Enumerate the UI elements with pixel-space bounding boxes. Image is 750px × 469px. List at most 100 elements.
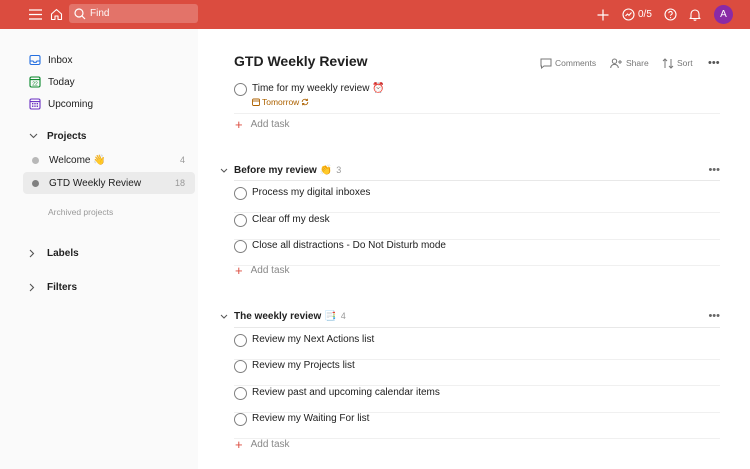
task-text: Process my digital inboxes — [252, 187, 371, 198]
section-divider — [234, 327, 720, 328]
task-checkbox[interactable] — [234, 334, 247, 347]
labels-label: Labels — [47, 247, 79, 259]
plus-icon: + — [235, 116, 243, 132]
more-options-icon[interactable]: ••• — [708, 164, 720, 176]
task-checkbox[interactable] — [234, 240, 247, 253]
calendar-grid-icon — [29, 98, 41, 110]
due-date-label: Tomorrow — [262, 97, 300, 107]
section-header: The weekly review 📑 4 ••• — [220, 309, 720, 323]
calendar-today-icon: 22 — [29, 76, 41, 88]
task-checkbox[interactable] — [234, 387, 247, 400]
filters-label: Filters — [47, 281, 78, 293]
sidebar-project-welcome[interactable]: Welcome 👋 4 — [23, 149, 195, 171]
projects-label: Projects — [47, 130, 87, 142]
task-text: Review my Waiting For list — [252, 413, 370, 424]
top-bar: Find 0/5 A — [0, 0, 750, 29]
sidebar-item-label: Upcoming — [48, 98, 94, 110]
section-count: 3 — [336, 165, 342, 175]
project-count: 4 — [179, 155, 185, 165]
add-task-button[interactable]: + Add task — [235, 438, 290, 451]
task-item[interactable]: Review past and upcoming calendar items — [234, 387, 720, 413]
task-item[interactable]: Process my digital inboxes — [234, 187, 720, 213]
plus-icon: + — [235, 262, 243, 278]
section-count: 4 — [340, 311, 346, 321]
sidebar-item-upcoming[interactable]: Upcoming — [29, 96, 93, 112]
search-input[interactable]: Find — [69, 4, 198, 23]
task-item[interactable]: Clear off my desk — [234, 214, 720, 240]
task-text: Close all distractions - Do Not Disturb … — [252, 240, 446, 251]
comment-icon — [540, 58, 552, 69]
task-text: Review my Next Actions list — [252, 334, 375, 345]
search-icon — [74, 7, 86, 19]
add-task-button[interactable]: + Add task — [235, 116, 290, 132]
section-emoji: 📑 — [324, 310, 337, 322]
task-item[interactable]: Review my Next Actions list — [234, 334, 720, 360]
more-options-icon[interactable]: ••• — [708, 310, 720, 322]
main-content: GTD Weekly Review Comments Share Sort ••… — [198, 29, 750, 469]
sort-icon — [662, 57, 674, 69]
task-checkbox[interactable] — [234, 214, 247, 227]
sidebar-item-label: Today — [48, 76, 75, 88]
page-title: GTD Weekly Review — [234, 53, 368, 69]
add-task-label: Add task — [250, 119, 290, 130]
task-checkbox[interactable] — [234, 83, 247, 96]
comments-button[interactable]: Comments — [540, 56, 596, 70]
sort-label: Sort — [677, 58, 693, 68]
sidebar: Inbox 22 Today Upcoming Projects Welcome… — [0, 29, 198, 469]
bell-icon[interactable] — [688, 0, 701, 29]
share-label: Share — [626, 58, 649, 68]
task-item[interactable]: Close all distractions - Do Not Disturb … — [234, 240, 720, 266]
chevron-right-icon — [29, 283, 41, 292]
section-title[interactable]: Before my review — [234, 165, 317, 176]
section-title[interactable]: The weekly review — [234, 311, 321, 322]
productivity-button[interactable]: 0/5 — [622, 0, 656, 29]
task-item[interactable]: Review my Waiting For list — [234, 413, 720, 439]
comments-label: Comments — [555, 58, 597, 68]
labels-toggle[interactable]: Labels — [29, 246, 79, 260]
karma-count: 0/5 — [638, 9, 652, 20]
sidebar-item-label: Inbox — [48, 54, 73, 66]
sidebar-item-today[interactable]: 22 Today — [29, 74, 75, 90]
task-text: Review past and upcoming calendar items — [252, 387, 440, 398]
add-task-button[interactable]: + Add task — [235, 262, 290, 278]
more-options-icon[interactable]: ••• — [708, 56, 720, 70]
projects-toggle[interactable]: Projects — [29, 129, 86, 143]
task-checkbox[interactable] — [234, 360, 247, 373]
project-color-dot — [32, 156, 39, 164]
task-text: Time for my weekly review ⏰ — [252, 83, 385, 94]
quick-add-icon[interactable] — [596, 0, 610, 29]
due-date[interactable]: Tomorrow — [252, 97, 385, 107]
chevron-down-icon — [29, 133, 41, 139]
section-divider — [234, 180, 720, 181]
task-item[interactable]: Review my Projects list — [234, 360, 720, 386]
section-emoji: 👏 — [319, 164, 333, 176]
productivity-icon — [622, 8, 635, 21]
sidebar-project-gtd-weekly-review[interactable]: GTD Weekly Review 18 — [23, 172, 195, 194]
archived-projects-link[interactable]: Archived projects — [48, 207, 113, 217]
add-task-label: Add task — [250, 439, 290, 450]
sort-button[interactable]: Sort — [662, 56, 693, 70]
project-label: Welcome 👋 — [49, 154, 106, 166]
project-count: 18 — [174, 178, 185, 188]
add-person-icon — [610, 58, 623, 69]
menu-icon[interactable] — [27, 0, 43, 29]
section-header: Before my review 👏 3 ••• — [220, 163, 720, 177]
filters-toggle[interactable]: Filters — [29, 280, 77, 294]
recurring-icon — [302, 98, 309, 106]
project-color-dot — [32, 179, 39, 187]
task-checkbox[interactable] — [234, 187, 247, 200]
chevron-right-icon — [29, 249, 41, 258]
help-icon[interactable] — [663, 0, 677, 29]
project-label: GTD Weekly Review — [49, 177, 142, 189]
avatar[interactable]: A — [714, 5, 733, 24]
task-text: Review my Projects list — [252, 360, 355, 371]
home-icon[interactable] — [48, 0, 64, 29]
task-text: Clear off my desk — [252, 214, 330, 225]
chevron-down-icon[interactable] — [220, 314, 230, 319]
sidebar-item-inbox[interactable]: Inbox — [29, 52, 72, 68]
task-checkbox[interactable] — [234, 413, 247, 426]
chevron-down-icon[interactable] — [220, 168, 230, 173]
task-item[interactable]: Time for my weekly review ⏰ Tomorrow — [234, 83, 720, 114]
svg-text:22: 22 — [32, 82, 38, 88]
share-button[interactable]: Share — [610, 56, 649, 70]
